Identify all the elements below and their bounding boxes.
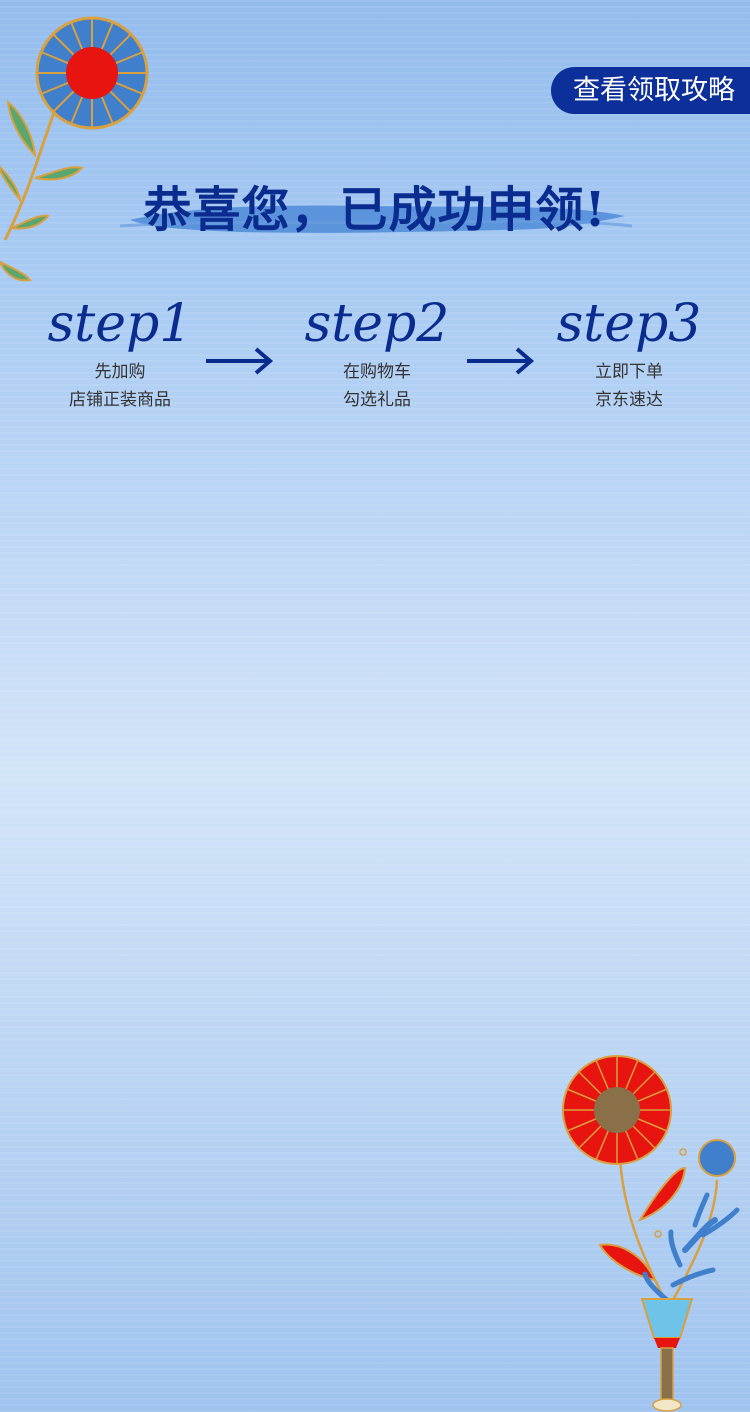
step-1-line-1: 先加购 — [94, 362, 146, 382]
step-1-line-2: 店铺正装商品 — [69, 390, 171, 410]
view-strategy-button[interactable]: 查看领取攻略 — [551, 67, 750, 114]
arrow-right-icon — [206, 347, 274, 375]
step-3: step3 立即下单 京东速达 — [544, 290, 714, 414]
step-2-line-2: 勾选礼品 — [343, 390, 411, 410]
arrow-right-icon — [467, 347, 535, 375]
step-1: step1 先加购 店铺正装商品 — [35, 290, 205, 414]
step-3-line-2: 京东速达 — [595, 390, 663, 410]
step-2-line-1: 在购物车 — [343, 362, 411, 382]
flower-top-left-icon — [0, 16, 149, 282]
step-2: step2 在购物车 勾选礼品 — [292, 290, 462, 414]
success-headline: 恭喜您，已成功申领! — [143, 182, 607, 238]
step-3-title: step3 — [556, 294, 702, 354]
step-1-title: step1 — [47, 294, 193, 354]
step-2-title: step2 — [304, 294, 450, 354]
step-3-line-1: 立即下单 — [595, 362, 663, 382]
flower-vase-bottom-right-icon — [562, 1055, 740, 1412]
